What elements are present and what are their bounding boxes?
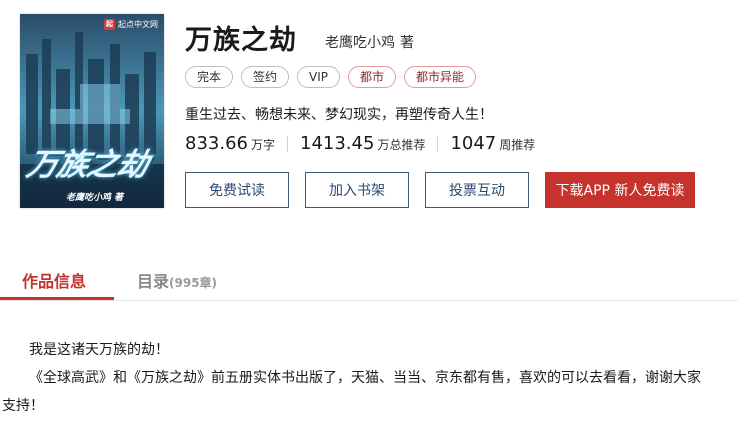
publisher-logo-icon: 起	[104, 19, 115, 30]
total-recommend-unit: 万总推荐	[377, 138, 426, 152]
weekly-recommend-value: 1047	[450, 133, 497, 154]
book-title: 万族之劫	[185, 25, 297, 56]
weekly-recommend-stat: 1047 周推荐	[450, 133, 535, 154]
intro-line-2: 《全球高武》和《万族之劫》前五册实体书出版了，天猫、当当、京东都有售，喜欢的可以…	[29, 370, 701, 386]
weekly-recommend-unit: 周推荐	[499, 138, 536, 152]
vote-button[interactable]: 投票互动	[425, 172, 529, 208]
book-stats: 833.66 万字 1413.45 万总推荐 1047 周推荐	[185, 133, 535, 154]
author-line: 老鹰吃小鸡著	[325, 32, 414, 52]
tag-signed: 签约	[241, 66, 290, 88]
publisher-badge: 起 起点中文网	[104, 19, 158, 30]
author-link[interactable]: 老鹰吃小鸡	[325, 35, 395, 51]
tab-catalog[interactable]: 目录(995章)	[137, 268, 217, 292]
stat-divider	[287, 135, 288, 152]
tab-book-info[interactable]: 作品信息	[22, 268, 86, 292]
word-count-stat: 833.66 万字	[185, 133, 275, 154]
add-to-shelf-button[interactable]: 加入书架	[305, 172, 409, 208]
content-tabs: 作品信息 目录(995章)	[0, 258, 738, 301]
cover-author: 老鹰吃小鸡 著	[66, 193, 124, 203]
intro-line-1: 我是这诸天万族的劫！	[29, 342, 169, 358]
author-suffix: 著	[400, 35, 414, 51]
tag-urban[interactable]: 都市	[348, 66, 397, 88]
stat-divider	[437, 135, 439, 152]
total-recommend-value: 1413.45	[300, 133, 375, 154]
tag-urban-supernatural[interactable]: 都市异能	[404, 66, 477, 88]
total-recommend-stat: 1413.45 万总推荐	[300, 133, 425, 154]
action-buttons: 免费试读 加入书架 投票互动 下载APP 新人免费读	[185, 172, 695, 208]
tag-completed: 完本	[185, 66, 234, 88]
book-tagline: 重生过去、畅想未来、梦幻现实，再塑传奇人生！	[185, 107, 493, 123]
book-cover[interactable]: 起 起点中文网 万族之劫 老鹰吃小鸡 著	[20, 14, 164, 208]
tag-list: 完本 签约 VIP 都市 都市异能	[185, 66, 477, 88]
free-read-button[interactable]: 免费试读	[185, 172, 289, 208]
download-app-button[interactable]: 下载APP 新人免费读	[545, 172, 695, 208]
cover-title: 万族之劫	[23, 147, 152, 183]
word-count-value: 833.66	[185, 133, 248, 154]
active-tab-indicator	[0, 297, 114, 300]
tab-catalog-count: (995章)	[169, 276, 218, 290]
intro-line-3: 支持！	[2, 398, 44, 414]
word-count-unit: 万字	[250, 138, 275, 152]
tab-catalog-label: 目录	[137, 272, 170, 291]
book-intro: 我是这诸天万族的劫！ 《全球高武》和《万族之劫》前五册实体书出版了，天猫、当当、…	[0, 336, 701, 420]
tag-vip: VIP	[297, 66, 341, 88]
publisher-name: 起点中文网	[118, 20, 158, 29]
